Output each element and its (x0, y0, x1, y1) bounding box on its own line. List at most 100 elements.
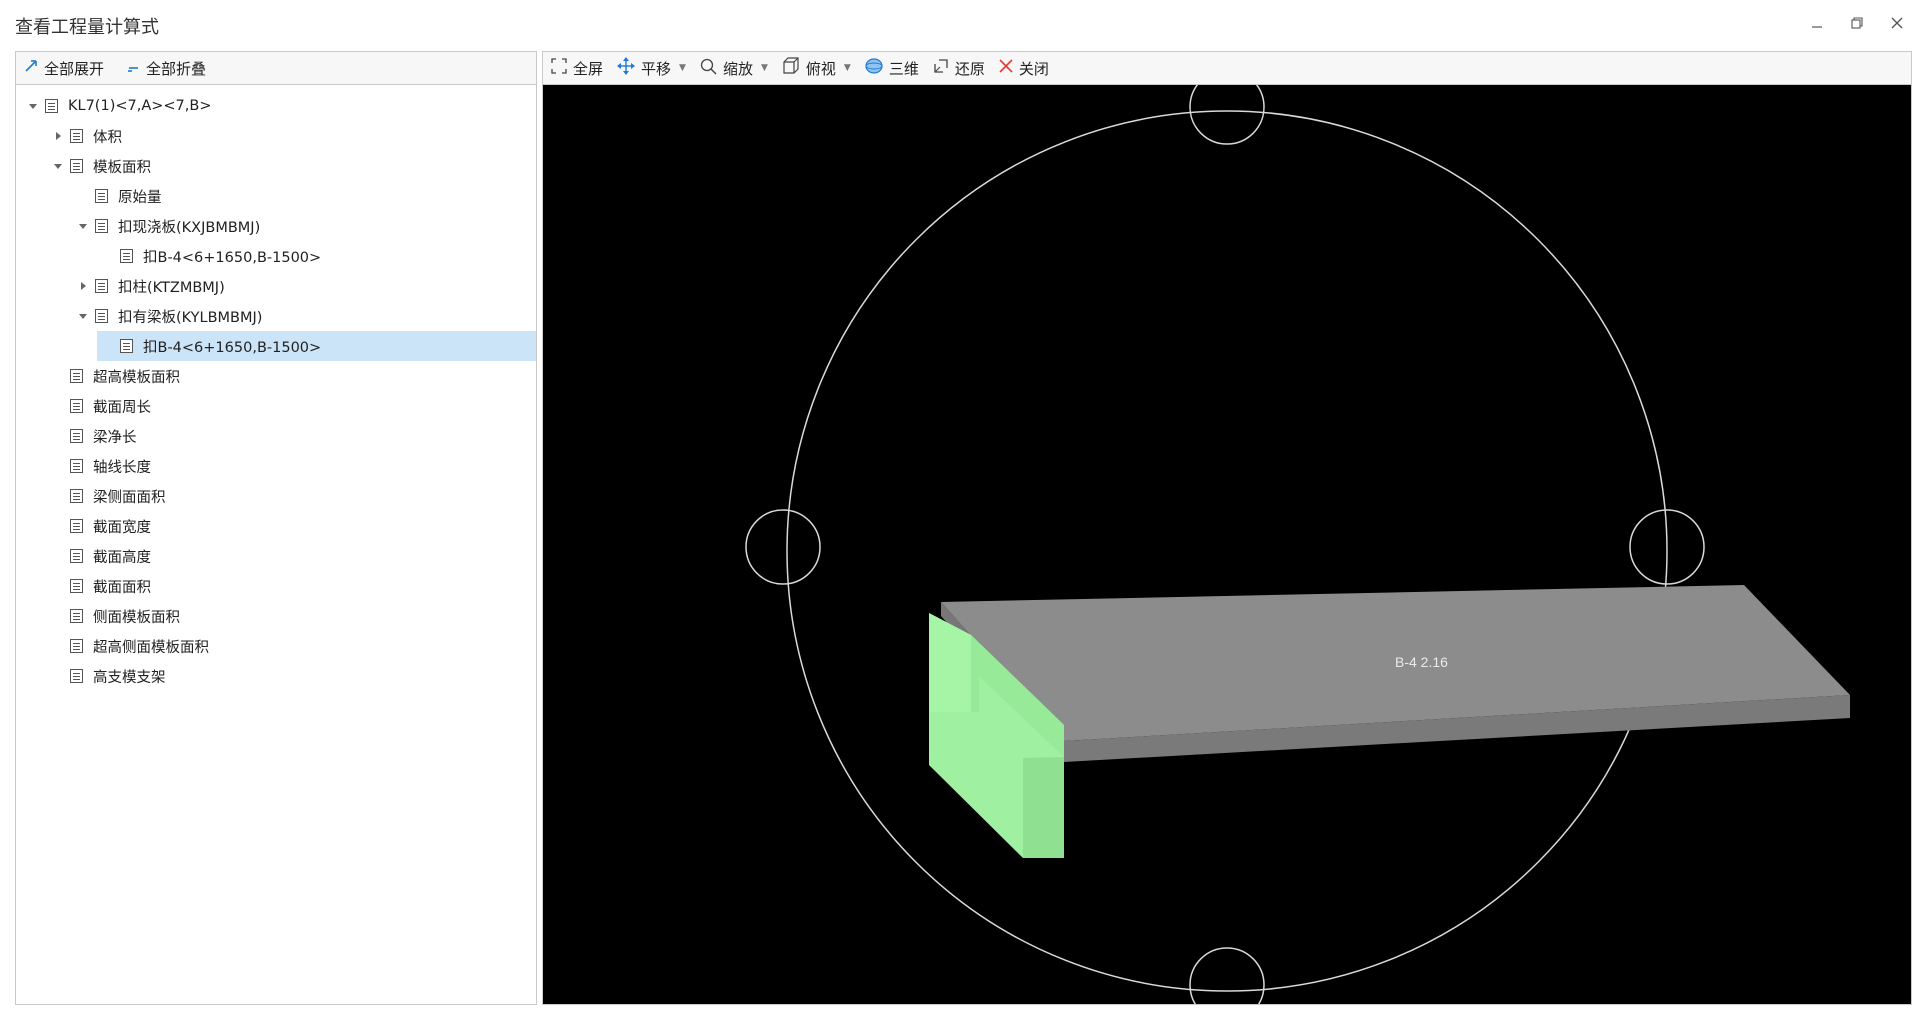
document-icon (69, 579, 83, 594)
tree-item[interactable]: 扣柱(KTZMBMJ) (16, 271, 536, 301)
close-icon (999, 59, 1013, 77)
document-icon (94, 309, 108, 324)
tree-item[interactable]: 截面高度 (16, 541, 536, 571)
document-icon (69, 519, 83, 534)
document-icon (69, 609, 83, 624)
document-icon (69, 549, 83, 564)
orbit-handle-top[interactable] (1189, 85, 1265, 145)
zoom-dropdown-icon[interactable]: ▼ (761, 63, 768, 73)
tree-item[interactable]: 模板面积 (16, 151, 536, 181)
tree-item-label: 扣现浇板(KXJBMBMJ) (118, 219, 261, 236)
document-icon (94, 279, 108, 294)
document-icon (69, 669, 83, 684)
tree-item[interactable]: 扣现浇板(KXJBMBMJ) (16, 211, 536, 241)
tree-item[interactable]: 原始量 (16, 181, 536, 211)
view-toolbar: 全屏 平移 ▼ 缩放 ▼ 俯视 ▼ 三维 还原 关闭 (543, 52, 1911, 85)
tree-item-selected[interactable]: 扣B-4<6+1650,B-1500> (97, 331, 536, 361)
tree-item[interactable]: 扣B-4<6+1650,B-1500> (16, 241, 536, 271)
close-view-button[interactable]: 关闭 (999, 58, 1049, 79)
document-icon (69, 459, 83, 474)
tree-item[interactable]: 超高侧面模板面积 (16, 631, 536, 661)
tree-item-label: 体积 (93, 129, 122, 146)
sphere-icon (865, 57, 883, 79)
orbit-handle-left[interactable] (745, 509, 821, 585)
restore-view-button[interactable]: 还原 (933, 58, 985, 79)
tree-toolbar: 全部展开 全部折叠 (16, 52, 536, 85)
tree-item[interactable]: 超高模板面积 (16, 361, 536, 391)
tree-item[interactable]: 高支模支架 (16, 661, 536, 691)
tree-item[interactable]: KL7(1)<7,A><7,B> (16, 91, 536, 121)
fullscreen-button[interactable]: 全屏 (551, 58, 603, 79)
minimize-icon[interactable] (1806, 12, 1828, 34)
collapse-all-button[interactable]: 全部折叠 (126, 58, 206, 79)
tree-item[interactable]: 轴线长度 (16, 451, 536, 481)
restore-label: 还原 (954, 59, 985, 78)
collapsed-arrow-icon[interactable] (51, 129, 65, 143)
tree-item-label: 原始量 (118, 189, 162, 206)
cube-icon (782, 57, 800, 79)
tree-item-label: 梁侧面面积 (93, 489, 166, 506)
tree-item-label: KL7(1)<7,A><7,B> (68, 98, 212, 114)
tree-item[interactable]: 体积 (16, 121, 536, 151)
fullscreen-icon (551, 58, 567, 78)
expand-all-icon (24, 59, 38, 77)
tree-item[interactable]: 截面宽度 (16, 511, 536, 541)
tree-item-label: 扣有梁板(KYLBMBMJ) (118, 309, 263, 326)
expanded-arrow-icon[interactable] (26, 99, 40, 113)
zoom-icon (700, 58, 717, 79)
zoom-button[interactable]: 缩放 ▼ (700, 58, 768, 79)
tree-item[interactable]: 侧面模板面积 (16, 601, 536, 631)
document-icon (69, 369, 83, 384)
close-label: 关闭 (1018, 59, 1049, 78)
document-icon (94, 189, 108, 204)
slab-b4[interactable] (941, 585, 1850, 762)
expanded-arrow-icon[interactable] (76, 219, 90, 233)
document-icon (119, 339, 133, 354)
orbit-ring[interactable] (786, 110, 1668, 992)
pan-icon (617, 57, 636, 79)
pan-dropdown-icon[interactable]: ▼ (679, 63, 686, 73)
top-view-dropdown-icon[interactable]: ▼ (844, 63, 851, 73)
orbit-handle-bottom[interactable] (1189, 947, 1265, 1004)
pan-button[interactable]: 平移 ▼ (617, 57, 686, 79)
document-icon (44, 99, 58, 114)
tree-item-label: 扣B-4<6+1650,B-1500> (143, 339, 322, 356)
calculation-tree: KL7(1)<7,A><7,B> 体积 模板面积 原始量 扣现浇板(KXJBMB… (16, 85, 536, 691)
tree-item[interactable]: 梁侧面面积 (16, 481, 536, 511)
tree-item-label: 轴线长度 (93, 459, 151, 476)
tree-item[interactable]: 截面周长 (16, 391, 536, 421)
document-icon (119, 249, 133, 264)
tree-item[interactable]: 扣有梁板(KYLBMBMJ) (16, 301, 536, 331)
restore-window-icon[interactable] (1846, 12, 1868, 34)
tree-item-label: 截面高度 (93, 549, 151, 566)
slab-label: B-4 2.16 (1395, 654, 1448, 670)
document-icon (69, 159, 83, 174)
tree-item-label: 模板面积 (93, 159, 151, 176)
tree-item-label: 高支模支架 (93, 669, 166, 686)
top-view-button[interactable]: 俯视 ▼ (782, 57, 851, 79)
expand-all-label: 全部展开 (44, 59, 105, 78)
window-controls (1806, 12, 1908, 34)
collapse-all-icon (126, 59, 140, 77)
tree-item[interactable]: 梁净长 (16, 421, 536, 451)
tree-item-label: 截面宽度 (93, 519, 151, 536)
tree-item[interactable]: 截面面积 (16, 571, 536, 601)
view-panel: 全屏 平移 ▼ 缩放 ▼ 俯视 ▼ 三维 还原 关闭 B-4 2.16 (542, 51, 1912, 1005)
tree-item-label: 超高侧面模板面积 (93, 639, 209, 656)
document-icon (69, 129, 83, 144)
title-bar: 查看工程量计算式 (0, 0, 1918, 48)
3d-viewport[interactable]: B-4 2.16 (543, 85, 1911, 1004)
expand-all-button[interactable]: 全部展开 (24, 58, 104, 79)
expanded-arrow-icon[interactable] (51, 159, 65, 173)
zoom-label: 缩放 (722, 59, 753, 78)
three-d-label: 三维 (888, 59, 919, 78)
document-icon (69, 429, 83, 444)
3d-scene[interactable]: B-4 2.16 (543, 85, 1911, 1004)
tree-item-label: 截面周长 (93, 399, 151, 416)
collapsed-arrow-icon[interactable] (76, 279, 90, 293)
close-window-icon[interactable] (1886, 12, 1908, 34)
three-d-button[interactable]: 三维 (865, 57, 919, 79)
tree-item-label: 侧面模板面积 (93, 609, 180, 626)
tree-item-label: 扣B-4<6+1650,B-1500> (143, 249, 322, 266)
expanded-arrow-icon[interactable] (76, 309, 90, 323)
